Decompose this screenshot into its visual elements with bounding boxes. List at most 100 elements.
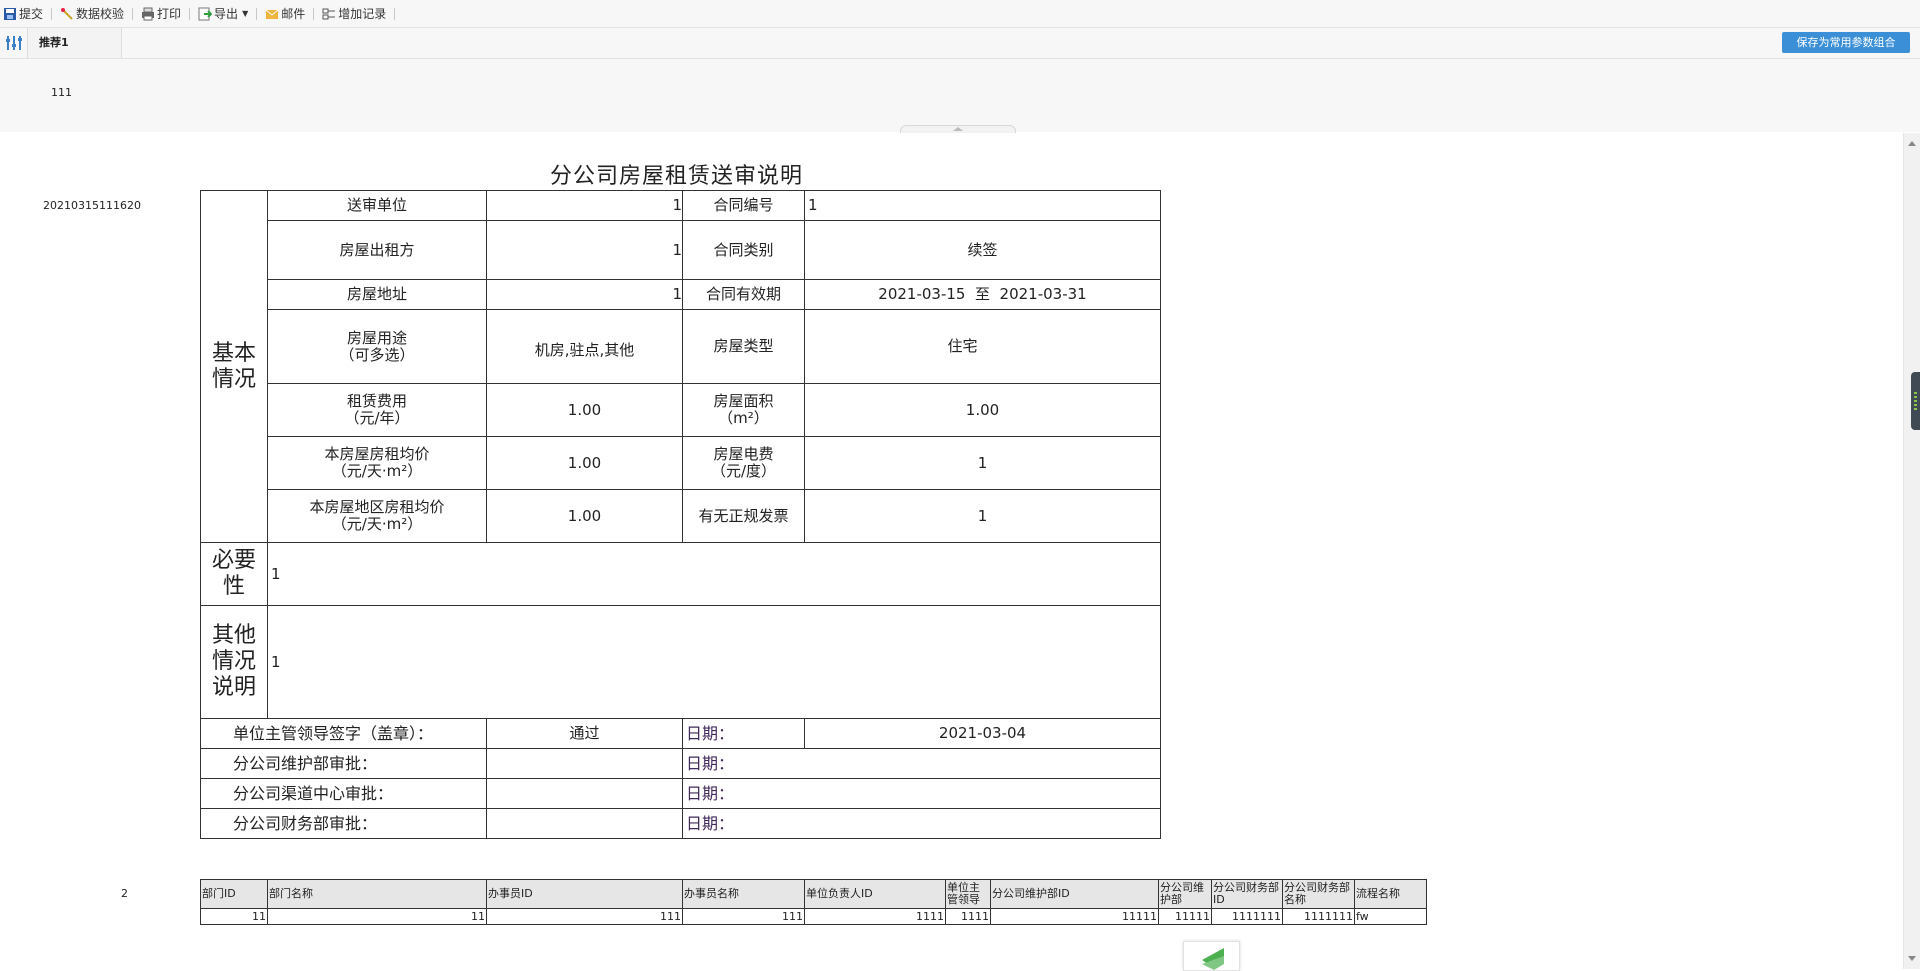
validate-button[interactable]: 数据校验 bbox=[57, 3, 127, 25]
toolbar-divider bbox=[132, 7, 134, 20]
contract-no-value: 1 bbox=[804, 190, 1161, 221]
column-header: 办事员名称 bbox=[682, 879, 805, 909]
validity-label: 合同有效期 bbox=[682, 279, 805, 310]
parameter-panel: 111 bbox=[0, 59, 1920, 132]
validate-label: 数据校验 bbox=[76, 7, 125, 21]
table-cell: 1111 bbox=[945, 908, 991, 925]
electricity-value: 1 bbox=[804, 436, 1161, 490]
approval-date-label: 日期： bbox=[682, 718, 805, 749]
lessor-value: 1 bbox=[486, 220, 683, 280]
print-icon bbox=[141, 7, 155, 21]
table-header-row: 部门ID 部门名称 办事员ID 办事员名称 单位负责人ID 单位主管领导 分公司… bbox=[200, 879, 1427, 909]
house-type-label: 房屋类型 bbox=[682, 309, 805, 384]
house-type-value: 住宅 bbox=[804, 309, 1161, 384]
approval-result bbox=[486, 808, 683, 839]
rent-value: 1.00 bbox=[486, 383, 683, 437]
region-avg-rent-value: 1.00 bbox=[486, 489, 683, 543]
parameter-value: 111 bbox=[51, 86, 72, 99]
contract-type-value: 续签 bbox=[804, 220, 1161, 280]
approval-form-table: 基本情况 送审单位 1 合同编号 1 房屋出租方 1 合同类别 续签 房屋地址 … bbox=[200, 190, 1161, 839]
row-number: 2 bbox=[121, 887, 128, 900]
table-cell: 1111111 bbox=[1211, 908, 1283, 925]
parameter-bar: 推荐1 保存为常用参数组合 bbox=[0, 28, 1920, 59]
side-panel-handle[interactable] bbox=[1911, 372, 1920, 430]
submit-button[interactable]: 提交 bbox=[0, 3, 46, 25]
vertical-scrollbar[interactable] bbox=[1903, 133, 1920, 969]
approval-date-label: 日期： bbox=[682, 778, 1161, 809]
usage-value: 机房,驻点,其他 bbox=[486, 309, 683, 384]
rent-label: 租赁费用 （元/年） bbox=[267, 383, 487, 437]
record-id: 20210315111620 bbox=[43, 199, 141, 212]
lessor-label: 房屋出租方 bbox=[267, 220, 487, 280]
section-necessity: 必要性 bbox=[200, 542, 268, 606]
tab-recommend[interactable]: 推荐1 bbox=[27, 28, 122, 58]
table-cell: 111 bbox=[486, 908, 683, 925]
table-cell: 1111 bbox=[804, 908, 946, 925]
scroll-up-icon[interactable] bbox=[1908, 141, 1916, 146]
approval-result bbox=[486, 778, 683, 809]
column-header: 流程名称 bbox=[1354, 879, 1427, 909]
export-icon bbox=[198, 7, 213, 21]
mail-button[interactable]: 邮件 bbox=[262, 3, 308, 25]
approval-date-label: 日期： bbox=[682, 748, 1161, 779]
toolbar-divider bbox=[51, 7, 53, 20]
toolbar-divider bbox=[189, 7, 191, 20]
avg-rent-label: 本房屋房租均价 （元/天·m²） bbox=[267, 436, 487, 490]
column-header: 办事员ID bbox=[486, 879, 683, 909]
table-cell: 11 bbox=[267, 908, 487, 925]
electricity-label: 房屋电费 （元/度） bbox=[682, 436, 805, 490]
approval-date-label: 日期： bbox=[682, 808, 1161, 839]
save-icon bbox=[3, 7, 17, 21]
submit-unit-value: 1 bbox=[486, 190, 683, 221]
region-avg-rent-label: 本房屋地区房租均价 （元/天·m²） bbox=[267, 489, 487, 543]
app-logo-icon[interactable] bbox=[1183, 941, 1240, 971]
approval-result bbox=[486, 748, 683, 779]
scroll-down-icon[interactable] bbox=[1908, 956, 1916, 961]
table-cell: 11 bbox=[200, 908, 268, 925]
approval-label: 单位主管领导签字（盖章）： bbox=[200, 718, 487, 749]
export-button[interactable]: 导出 ▼ bbox=[195, 3, 251, 25]
print-button[interactable]: 打印 bbox=[138, 3, 184, 25]
column-header: 分公司财务部名称 bbox=[1282, 879, 1355, 909]
submit-label: 提交 bbox=[19, 7, 44, 21]
invoice-value: 1 bbox=[804, 489, 1161, 543]
add-record-button[interactable]: 增加记录 bbox=[319, 3, 389, 25]
area-value: 1.00 bbox=[804, 383, 1161, 437]
column-header: 分公司维护部ID bbox=[990, 879, 1159, 909]
approval-label: 分公司财务部审批： bbox=[200, 808, 487, 839]
avg-rent-value: 1.00 bbox=[486, 436, 683, 490]
usage-label: 房屋用途 （可多选） bbox=[267, 309, 487, 384]
approval-result: 通过 bbox=[486, 718, 683, 749]
column-header: 单位负责人ID bbox=[804, 879, 946, 909]
validate-icon bbox=[60, 7, 74, 21]
table-cell: 11111 bbox=[1158, 908, 1212, 925]
section-basic: 基本情况 bbox=[200, 190, 268, 543]
section-other: 其他情况说明 bbox=[200, 605, 268, 719]
mail-icon bbox=[265, 7, 279, 21]
toolbar-divider bbox=[394, 7, 396, 20]
toolbar-divider bbox=[256, 7, 258, 20]
toolbar-divider bbox=[313, 7, 315, 20]
table-row: 11 11 111 111 1111 1111 11111 11111 1111… bbox=[200, 908, 1427, 925]
approval-date: 2021-03-04 bbox=[804, 718, 1161, 749]
table-cell: fw bbox=[1354, 908, 1427, 925]
approval-label: 分公司维护部审批： bbox=[200, 748, 487, 779]
contract-type-label: 合同类别 bbox=[682, 220, 805, 280]
chevron-down-icon: ▼ bbox=[242, 9, 249, 18]
necessity-value: 1 bbox=[267, 542, 1161, 606]
area-label: 房屋面积 （m²） bbox=[682, 383, 805, 437]
save-param-combo-button[interactable]: 保存为常用参数组合 bbox=[1782, 32, 1910, 53]
address-label: 房屋地址 bbox=[267, 279, 487, 310]
add-record-icon bbox=[322, 7, 336, 21]
filter-settings-icon[interactable] bbox=[4, 34, 24, 52]
submit-unit-label: 送审单位 bbox=[267, 190, 487, 221]
column-header: 单位主管领导 bbox=[945, 879, 991, 909]
print-label: 打印 bbox=[157, 7, 182, 21]
address-value: 1 bbox=[486, 279, 683, 310]
invoice-label: 有无正规发票 bbox=[682, 489, 805, 543]
column-header: 部门名称 bbox=[267, 879, 487, 909]
data-table: 部门ID 部门名称 办事员ID 办事员名称 单位负责人ID 单位主管领导 分公司… bbox=[200, 879, 1427, 925]
column-header: 分公司维护部 bbox=[1158, 879, 1212, 909]
column-header: 分公司财务部ID bbox=[1211, 879, 1283, 909]
export-label: 导出 bbox=[214, 7, 239, 21]
